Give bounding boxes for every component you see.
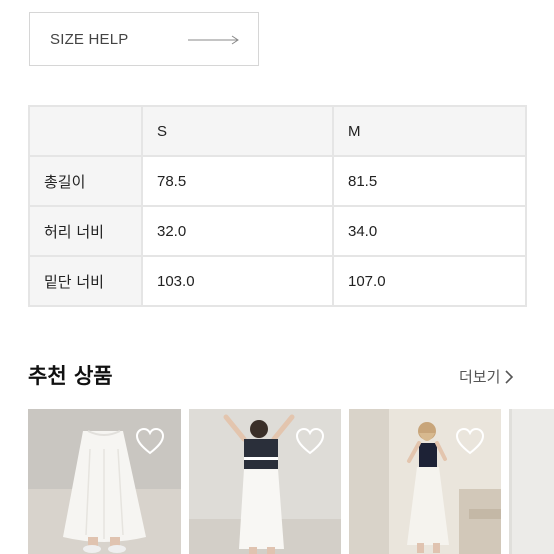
size-table-header-s: S [141, 105, 334, 157]
row-label: 총길이 [28, 155, 143, 207]
size-table: S M 총길이 78.5 81.5 허리 너비 32.0 34.0 밑단 너비 … [28, 105, 527, 307]
heart-icon[interactable] [455, 427, 485, 455]
table-cell: 32.0 [141, 205, 334, 257]
size-help-button[interactable]: SIZE HELP [29, 12, 259, 66]
table-cell: 34.0 [332, 205, 527, 257]
more-link[interactable]: 더보기 [459, 366, 514, 387]
row-label: 밑단 너비 [28, 255, 143, 307]
table-cell: 107.0 [332, 255, 527, 307]
product-card[interactable] [509, 409, 554, 554]
table-row: 밑단 너비 103.0 107.0 [28, 255, 527, 307]
chevron-right-icon [505, 369, 514, 384]
size-help-label: SIZE HELP [50, 31, 129, 48]
heart-icon[interactable] [295, 427, 325, 455]
arrow-right-icon [188, 35, 239, 45]
size-table-header-row: S M [28, 105, 527, 157]
product-carousel[interactable] [28, 409, 554, 554]
product-card[interactable] [349, 409, 501, 554]
product-card[interactable] [28, 409, 181, 554]
row-label: 허리 너비 [28, 205, 143, 257]
heart-icon[interactable] [135, 427, 165, 455]
size-table-header-cell [28, 105, 143, 157]
table-row: 허리 너비 32.0 34.0 [28, 205, 527, 257]
recommended-title: 추천 상품 [28, 364, 113, 388]
size-table-header-m: M [332, 105, 527, 157]
table-row: 총길이 78.5 81.5 [28, 155, 527, 207]
product-image [509, 409, 554, 554]
more-label: 더보기 [459, 368, 501, 386]
table-cell: 78.5 [141, 155, 334, 207]
table-cell: 81.5 [332, 155, 527, 207]
product-card[interactable] [189, 409, 341, 554]
table-cell: 103.0 [141, 255, 334, 307]
